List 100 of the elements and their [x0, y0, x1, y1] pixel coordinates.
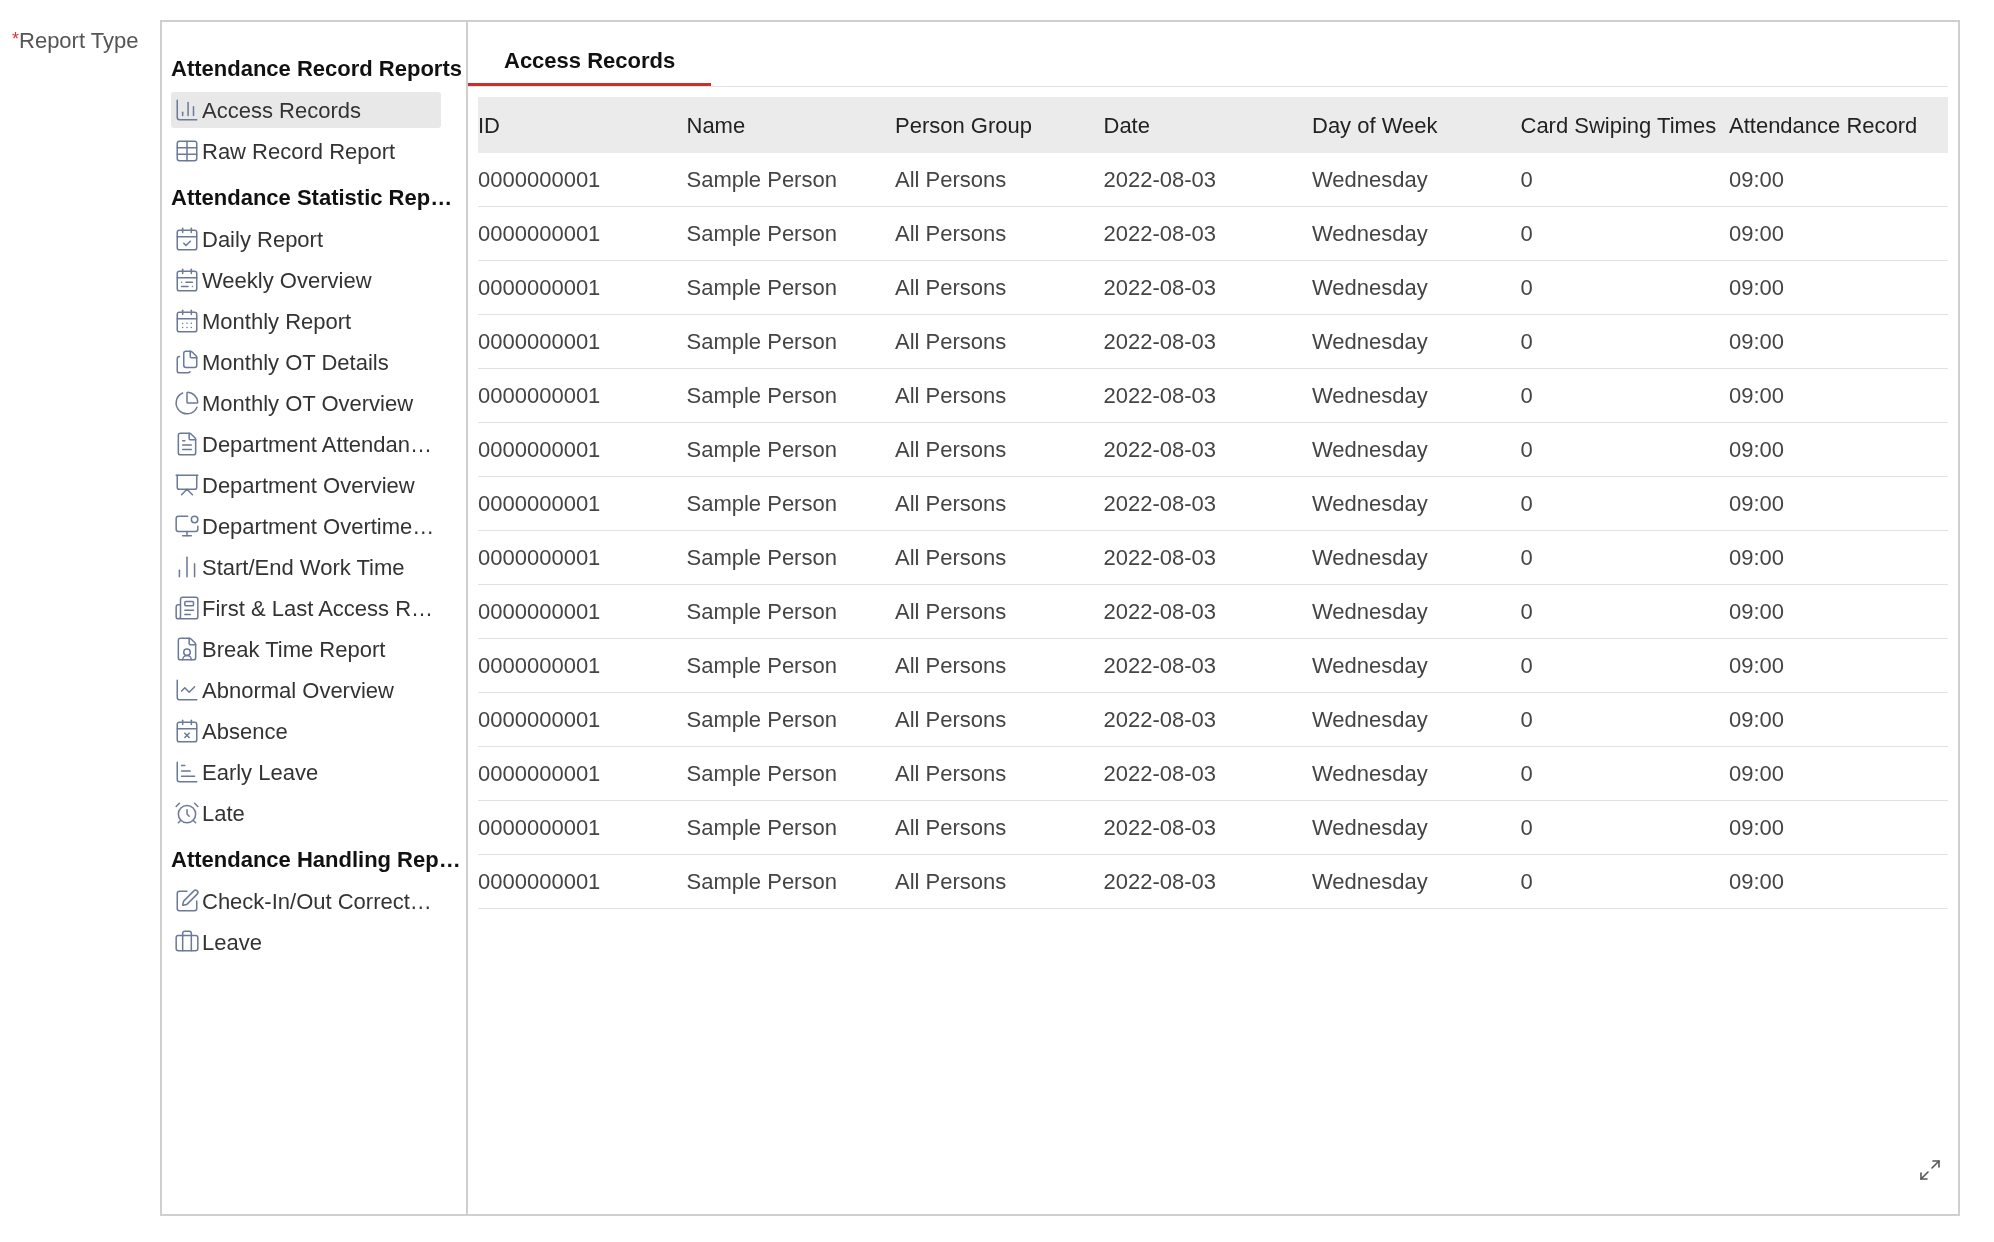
report-type-item[interactable]: Abnormal Overview: [171, 672, 441, 708]
table-cell-text: Wednesday: [1312, 382, 1429, 410]
table-cell-text: Sample Person: [686, 868, 838, 896]
table-cell-text: All Persons: [895, 868, 1008, 896]
table-cell-text: Sample Person: [686, 760, 838, 788]
column-header: Date: [1103, 111, 1151, 140]
report-type-item[interactable]: Absence: [171, 713, 441, 749]
table-cell-text: 0000000001: [478, 706, 602, 734]
report-type-item[interactable]: Raw Record Report: [171, 133, 441, 169]
table-cell-text: 0: [1520, 760, 1534, 788]
table-cell-text: 09:00: [1729, 328, 1786, 356]
table-cell-text: 0000000001: [478, 220, 602, 248]
expand-icon: [1918, 1158, 1942, 1182]
table-cell-text: 0000000001: [478, 544, 602, 572]
table-cell-text: 0000000001: [478, 436, 602, 464]
table-cell-text: Wednesday: [1312, 544, 1429, 572]
table-cell-text: 2022-08-03: [1103, 706, 1218, 734]
table-cell-text: 2022-08-03: [1103, 328, 1218, 356]
calendar-icon: [174, 308, 200, 334]
column-header: Card Swiping Times: [1520, 111, 1718, 140]
table-cell-text: 09:00: [1729, 166, 1786, 194]
documents-icon: [174, 349, 200, 375]
table-cell-text: Wednesday: [1312, 760, 1429, 788]
line-chart-icon: [174, 677, 200, 703]
report-type-item[interactable]: Check-In/Out Correct…: [171, 883, 441, 919]
table-cell-text: Wednesday: [1312, 814, 1429, 842]
table-cell-text: All Persons: [895, 706, 1008, 734]
table-cell-text: Wednesday: [1312, 274, 1429, 302]
table-cell-text: 2022-08-03: [1103, 436, 1218, 464]
table-cell-text: 0: [1520, 544, 1534, 572]
table-cell-text: 0: [1520, 436, 1534, 464]
table-cell-text: 0: [1520, 220, 1534, 248]
table-cell-text: 09:00: [1729, 760, 1786, 788]
calendar-icon: [174, 267, 200, 293]
report-type-item[interactable]: First & Last Access R…: [171, 590, 441, 626]
report-type-item[interactable]: Monthly OT Overview: [171, 385, 441, 421]
table-cell-text: 2022-08-03: [1103, 544, 1218, 572]
report-type-item[interactable]: Early Leave: [171, 754, 441, 790]
table-cell-text: 09:00: [1729, 706, 1786, 734]
column-header: Person Group: [895, 111, 1033, 140]
report-type-item[interactable]: Weekly Overview: [171, 262, 441, 298]
table-cell-text: 0: [1520, 274, 1534, 302]
table-cell-text: 09:00: [1729, 382, 1786, 410]
table-cell-text: Wednesday: [1312, 652, 1429, 680]
table-cell-text: All Persons: [895, 166, 1008, 194]
report-type-item[interactable]: Break Time Report: [171, 631, 441, 667]
table-cell-text: 0: [1520, 652, 1534, 680]
documents-icon: [174, 595, 200, 621]
table-cell-text: Sample Person: [686, 220, 838, 248]
calendar-x-icon: [174, 718, 200, 744]
report-type-item[interactable]: Monthly OT Details: [171, 344, 441, 380]
pie-chart-icon: [174, 390, 200, 416]
table-cell-text: Wednesday: [1312, 220, 1429, 248]
table-cell-text: 0000000001: [478, 652, 602, 680]
edit-icon: [174, 888, 200, 914]
report-type-item[interactable]: Department Overview: [171, 467, 441, 503]
table-cell-text: Wednesday: [1312, 490, 1429, 518]
table-cell-text: 0000000001: [478, 382, 602, 410]
report-type-item[interactable]: Department Attendan…: [171, 426, 441, 462]
table-cell-text: 2022-08-03: [1103, 166, 1218, 194]
column-header: Day of Week: [1312, 111, 1439, 140]
table-cell-text: Wednesday: [1312, 598, 1429, 626]
report-type-item[interactable]: Access Records: [171, 92, 441, 128]
table-cell-text: 09:00: [1729, 544, 1786, 572]
table-cell-text: 0000000001: [478, 814, 602, 842]
section-heading: Attendance Handling Rep…: [171, 845, 457, 874]
field-label: Report Type: [19, 28, 139, 53]
table-cell-text: Wednesday: [1312, 328, 1429, 356]
report-type-item[interactable]: Department Overtime…: [171, 508, 441, 544]
bar-chart-icon: [174, 97, 200, 123]
table-cell-text: All Persons: [895, 814, 1008, 842]
table-cell-text: 0: [1520, 814, 1534, 842]
table-cell-text: 09:00: [1729, 436, 1786, 464]
table-cell-text: 2022-08-03: [1103, 490, 1218, 518]
table-cell-text: 2022-08-03: [1103, 274, 1218, 302]
table-cell-text: 0: [1520, 328, 1534, 356]
section-heading: Attendance Statistic Rep…: [171, 183, 454, 212]
table-cell-text: Sample Person: [686, 652, 838, 680]
table-icon: [174, 138, 200, 164]
table-cell-text: Wednesday: [1312, 706, 1429, 734]
required-mark: *: [12, 29, 19, 49]
report-type-item[interactable]: Leave: [171, 924, 441, 960]
table-cell-text: All Persons: [895, 328, 1008, 356]
table-cell-text: 0000000001: [478, 274, 602, 302]
tab[interactable]: Access Records: [468, 38, 712, 86]
table-cell-text: Sample Person: [686, 328, 838, 356]
table-cell-text: Sample Person: [686, 598, 838, 626]
table-cell-text: 0000000001: [478, 868, 602, 896]
report-type-item[interactable]: Start/End Work Time: [171, 549, 441, 585]
report-type-item[interactable]: Late: [171, 795, 441, 831]
table-cell-text: 0000000001: [478, 598, 602, 626]
table-cell-text: 09:00: [1729, 652, 1786, 680]
table-cell-text: Sample Person: [686, 544, 838, 572]
report-type-item[interactable]: Daily Report: [171, 221, 441, 257]
table-cell-text: 0000000001: [478, 760, 602, 788]
table-cell-text: All Persons: [895, 382, 1008, 410]
table-cell-text: Wednesday: [1312, 166, 1429, 194]
bar-chart-icon: [174, 759, 200, 785]
table-cell-text: 0: [1520, 490, 1534, 518]
report-type-item[interactable]: Monthly Report: [171, 303, 441, 339]
